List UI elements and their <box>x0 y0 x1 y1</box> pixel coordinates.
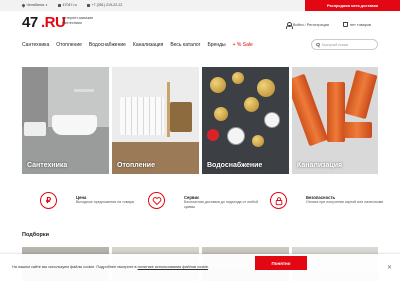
tile-kanalizaciya[interactable]: Канализация <box>292 67 378 174</box>
tile-santehnika[interactable]: Сантехника <box>22 67 109 174</box>
site-link[interactable]: 47047.ru <box>58 3 77 7</box>
feature-desc: Оплата при получении картой или наличным… <box>306 200 384 204</box>
chevron-down-icon: ▾ <box>45 3 48 7</box>
gauge-image <box>227 127 245 145</box>
sink-image <box>24 122 46 136</box>
location-pin-icon <box>21 2 26 8</box>
cookie-banner: На нашем сайте мы используем файлы cooki… <box>0 254 400 281</box>
nav-item-vodosnabzhenie[interactable]: Водоснабжение <box>89 42 126 48</box>
feature-desc: Бесплатная доставка до подъезда от любой… <box>184 200 258 209</box>
bathtub-image <box>52 115 97 135</box>
close-icon[interactable]: ✕ <box>387 264 392 271</box>
logo-number[interactable]: 47 <box>22 14 38 31</box>
cart-icon <box>343 22 348 27</box>
tile-label: Сантехника <box>27 162 68 169</box>
radiator-image <box>120 97 164 135</box>
nav-item-kanalizaciya[interactable]: Канализация <box>133 42 163 48</box>
tile-vodosnabzhenie[interactable]: Водоснабжение <box>202 67 289 174</box>
feature-security: Безопасность Оплата при получении картой… <box>270 192 390 216</box>
tile-label: Канализация <box>297 162 343 169</box>
feature-service: Сервис Бесплатная доставка до подъезда о… <box>148 192 268 216</box>
cookie-text-before: На нашем сайте мы используем файлы cooki… <box>12 265 138 269</box>
tile-label: Водоснабжение <box>207 162 263 169</box>
login-label: Войти / Регистрация <box>293 23 329 27</box>
search-icon[interactable] <box>316 42 320 47</box>
cart-link[interactable]: нет товаров <box>343 22 371 27</box>
tile-otoplenie[interactable]: Отопление <box>112 67 199 174</box>
login-link[interactable]: Войти / Регистрация <box>286 22 329 29</box>
cookie-accept-button[interactable]: Понятно <box>255 256 307 270</box>
nav-item-santehnika[interactable]: Сантехника <box>22 42 49 48</box>
phone-link[interactable]: +7 (351) 219-22-22 <box>87 3 122 7</box>
site-label: 47047.ru <box>62 3 77 7</box>
cart-label: нет товаров <box>350 22 372 27</box>
nav-item-catalog[interactable]: Весь каталог <box>170 42 200 48</box>
phone-label: +7 (351) 219-22-22 <box>91 3 123 7</box>
promo-banner[interactable]: Распродажа мега доставки <box>305 0 400 11</box>
cookie-policy-link[interactable]: политике использования файлов cookie <box>138 265 208 269</box>
main-nav: Сантехника Отопление Водоснабжение Канал… <box>22 42 253 48</box>
search-box <box>311 39 378 50</box>
search-input[interactable] <box>321 42 377 47</box>
city-label: Челябинск <box>26 3 45 7</box>
cookie-text: На нашем сайте мы используем файлы cooki… <box>12 265 209 269</box>
mail-icon <box>58 3 61 7</box>
section-title: Подборки <box>22 232 49 238</box>
logo-tagline: интернет-магазин сантехники <box>62 16 94 25</box>
user-icon <box>286 22 293 29</box>
tile-label: Отопление <box>117 162 155 169</box>
lock-icon <box>270 192 287 209</box>
heart-hands-icon <box>148 192 165 209</box>
feature-desc: Выгодные предложения на товары <box>76 200 135 204</box>
feature-price: ₽ Цена Выгодные предложения на товары <box>40 192 160 216</box>
ruble-icon: ₽ <box>40 192 57 209</box>
phone-icon <box>87 3 90 7</box>
nav-item-sale[interactable]: + % Sale <box>233 42 253 48</box>
nav-item-otoplenie[interactable]: Отопление <box>56 42 82 48</box>
nav-item-brands[interactable]: Бренды <box>207 42 225 48</box>
cookie-text-after: . <box>208 265 210 269</box>
city-selector[interactable]: Челябинск ▾ <box>21 2 48 8</box>
